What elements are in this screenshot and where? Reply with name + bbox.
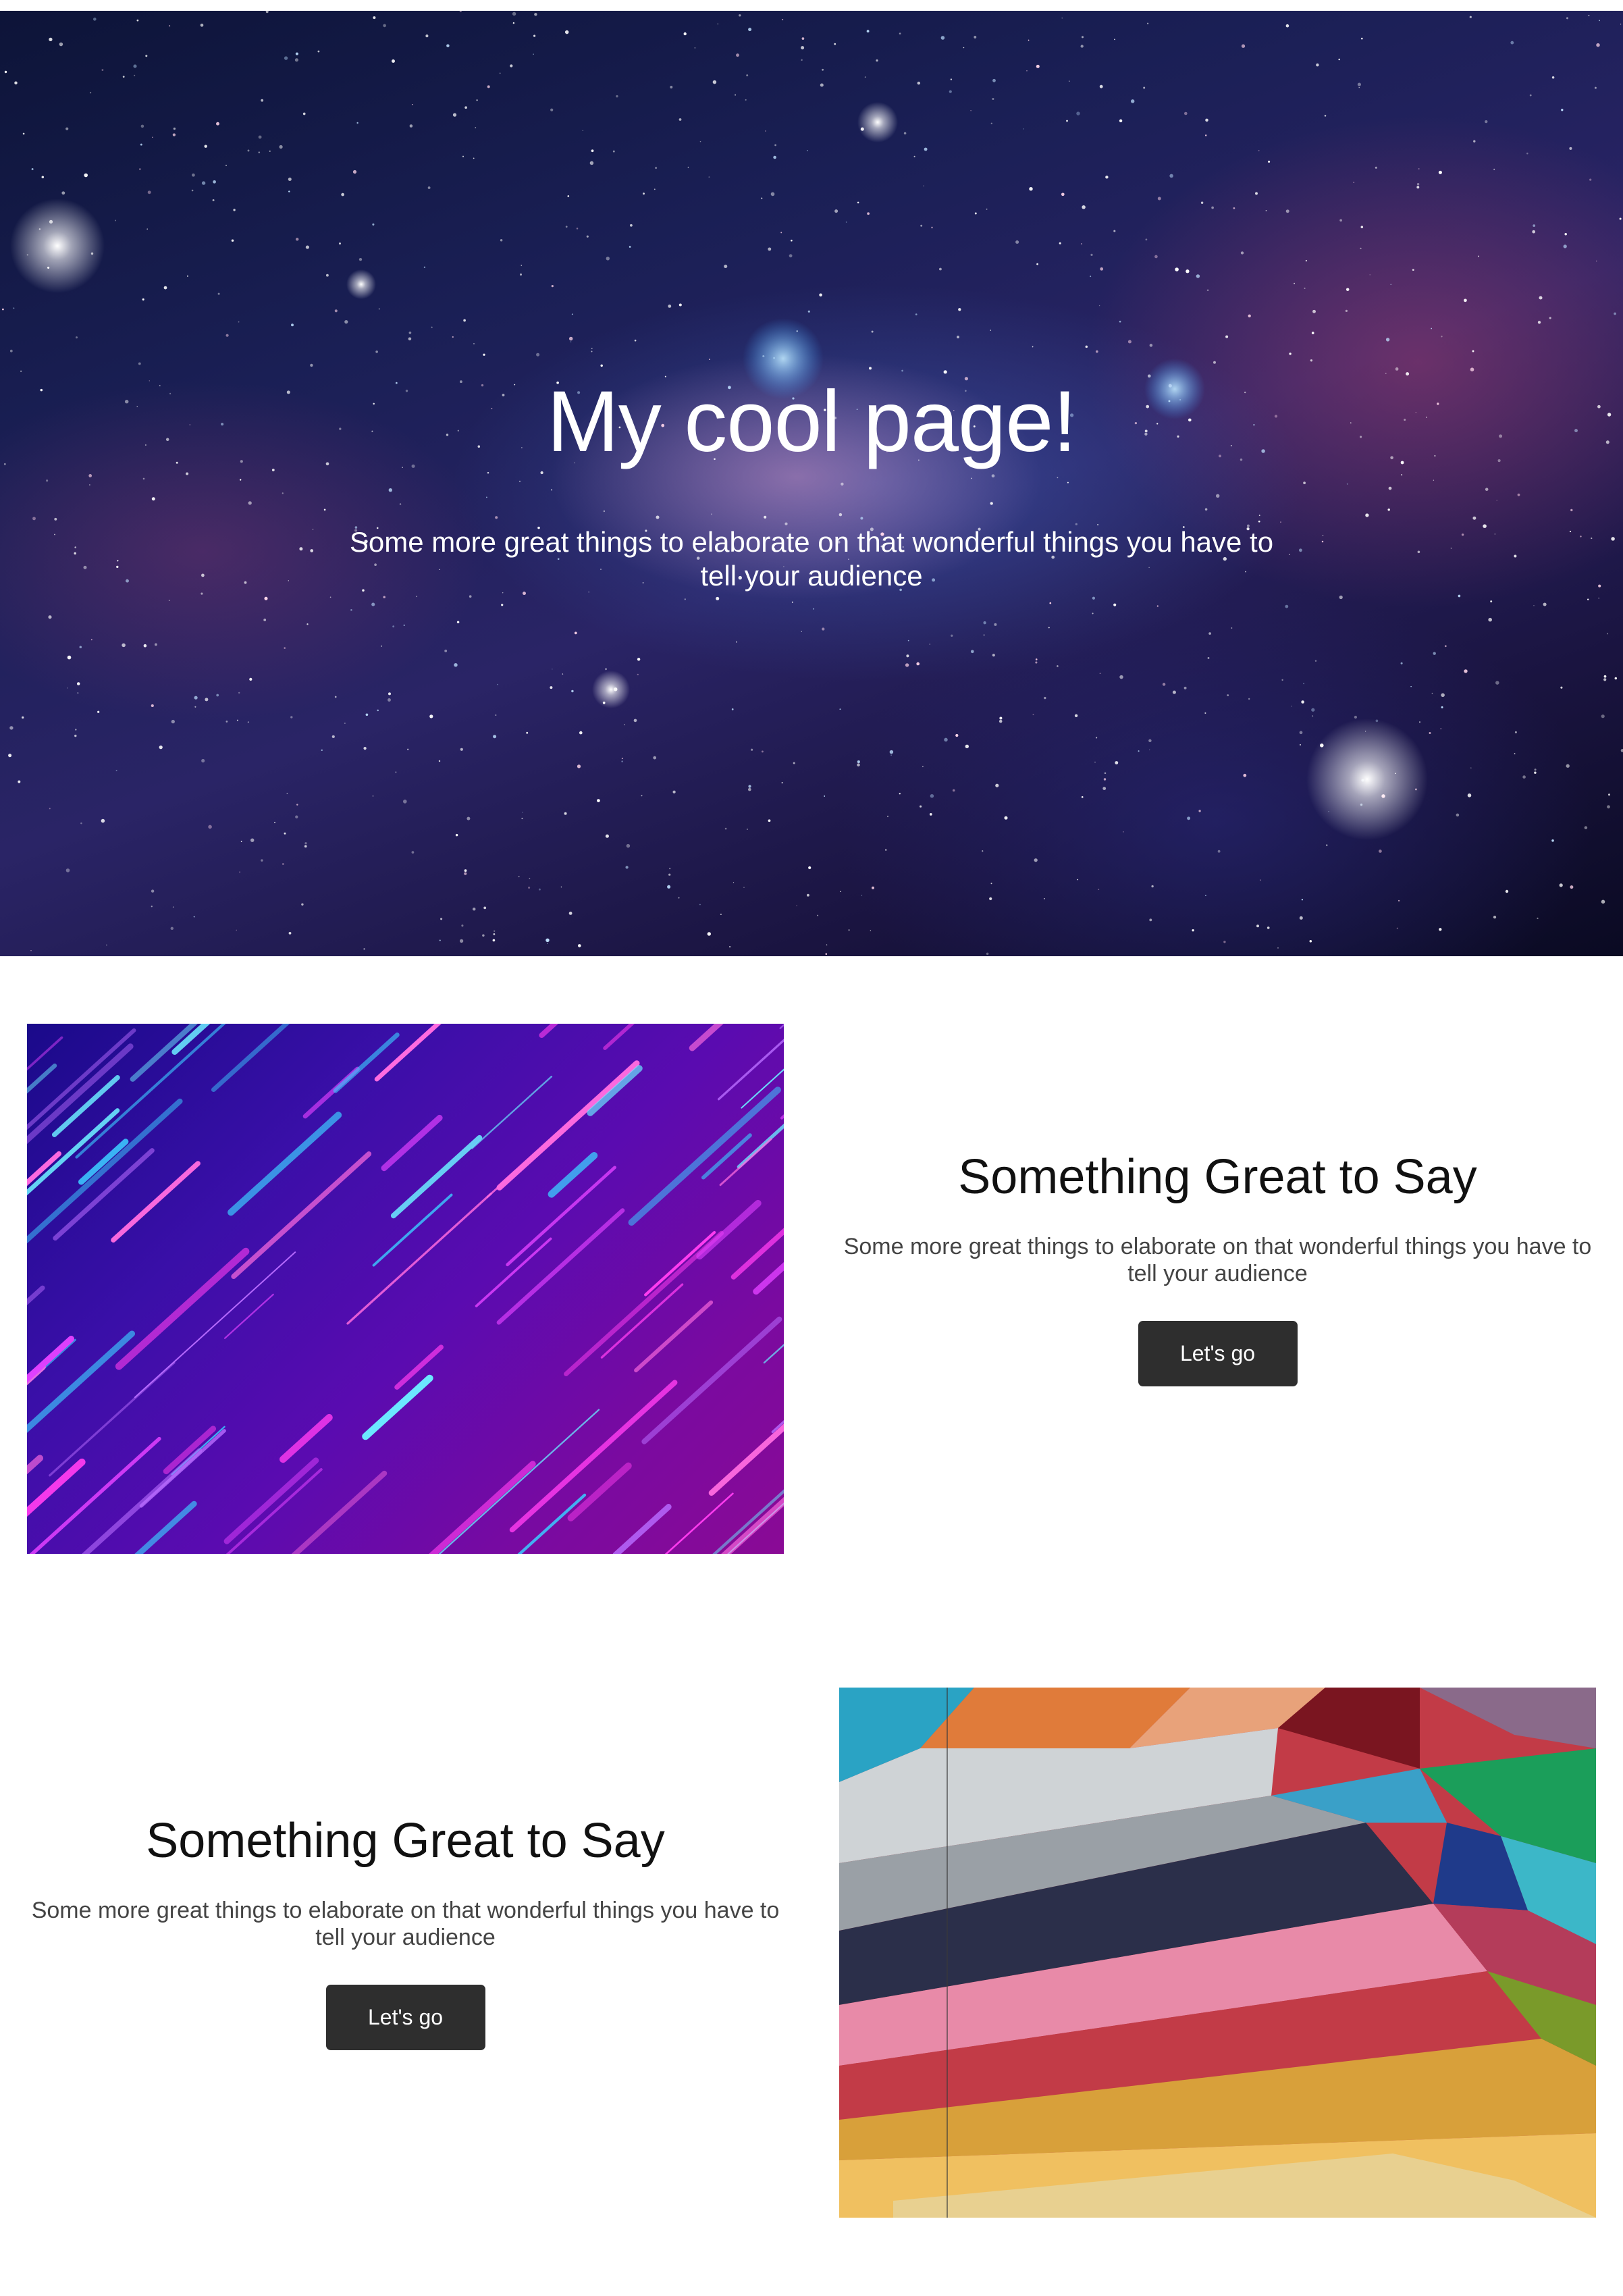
- feature-body-text: Some more great things to elaborate on t…: [31, 1898, 780, 1951]
- lets-go-button[interactable]: Let's go: [1138, 1321, 1298, 1387]
- hero-title: My cool page!: [547, 373, 1077, 470]
- feature-text-block: Something Great to Say Some more great t…: [839, 1148, 1596, 1387]
- galaxy-background-image: [2, 11, 1623, 956]
- hero-banner: My cool page! Some more great things to …: [0, 11, 1623, 956]
- hero-subtitle: Some more great things to elaborate on t…: [349, 526, 1274, 592]
- geometric-mural-image: [839, 1688, 1596, 2218]
- feature-text-block: Something Great to Say Some more great t…: [27, 1812, 784, 2051]
- lets-go-button[interactable]: Let's go: [325, 1985, 485, 2051]
- neon-streaks-image: [27, 1024, 784, 1554]
- page: My cool page! Some more great things to …: [0, 0, 1623, 2296]
- feature-heading: Something Great to Say: [958, 1150, 1477, 1204]
- feature-heading: Something Great to Say: [146, 1814, 665, 1868]
- feature-body-text: Some more great things to elaborate on t…: [843, 1234, 1592, 1287]
